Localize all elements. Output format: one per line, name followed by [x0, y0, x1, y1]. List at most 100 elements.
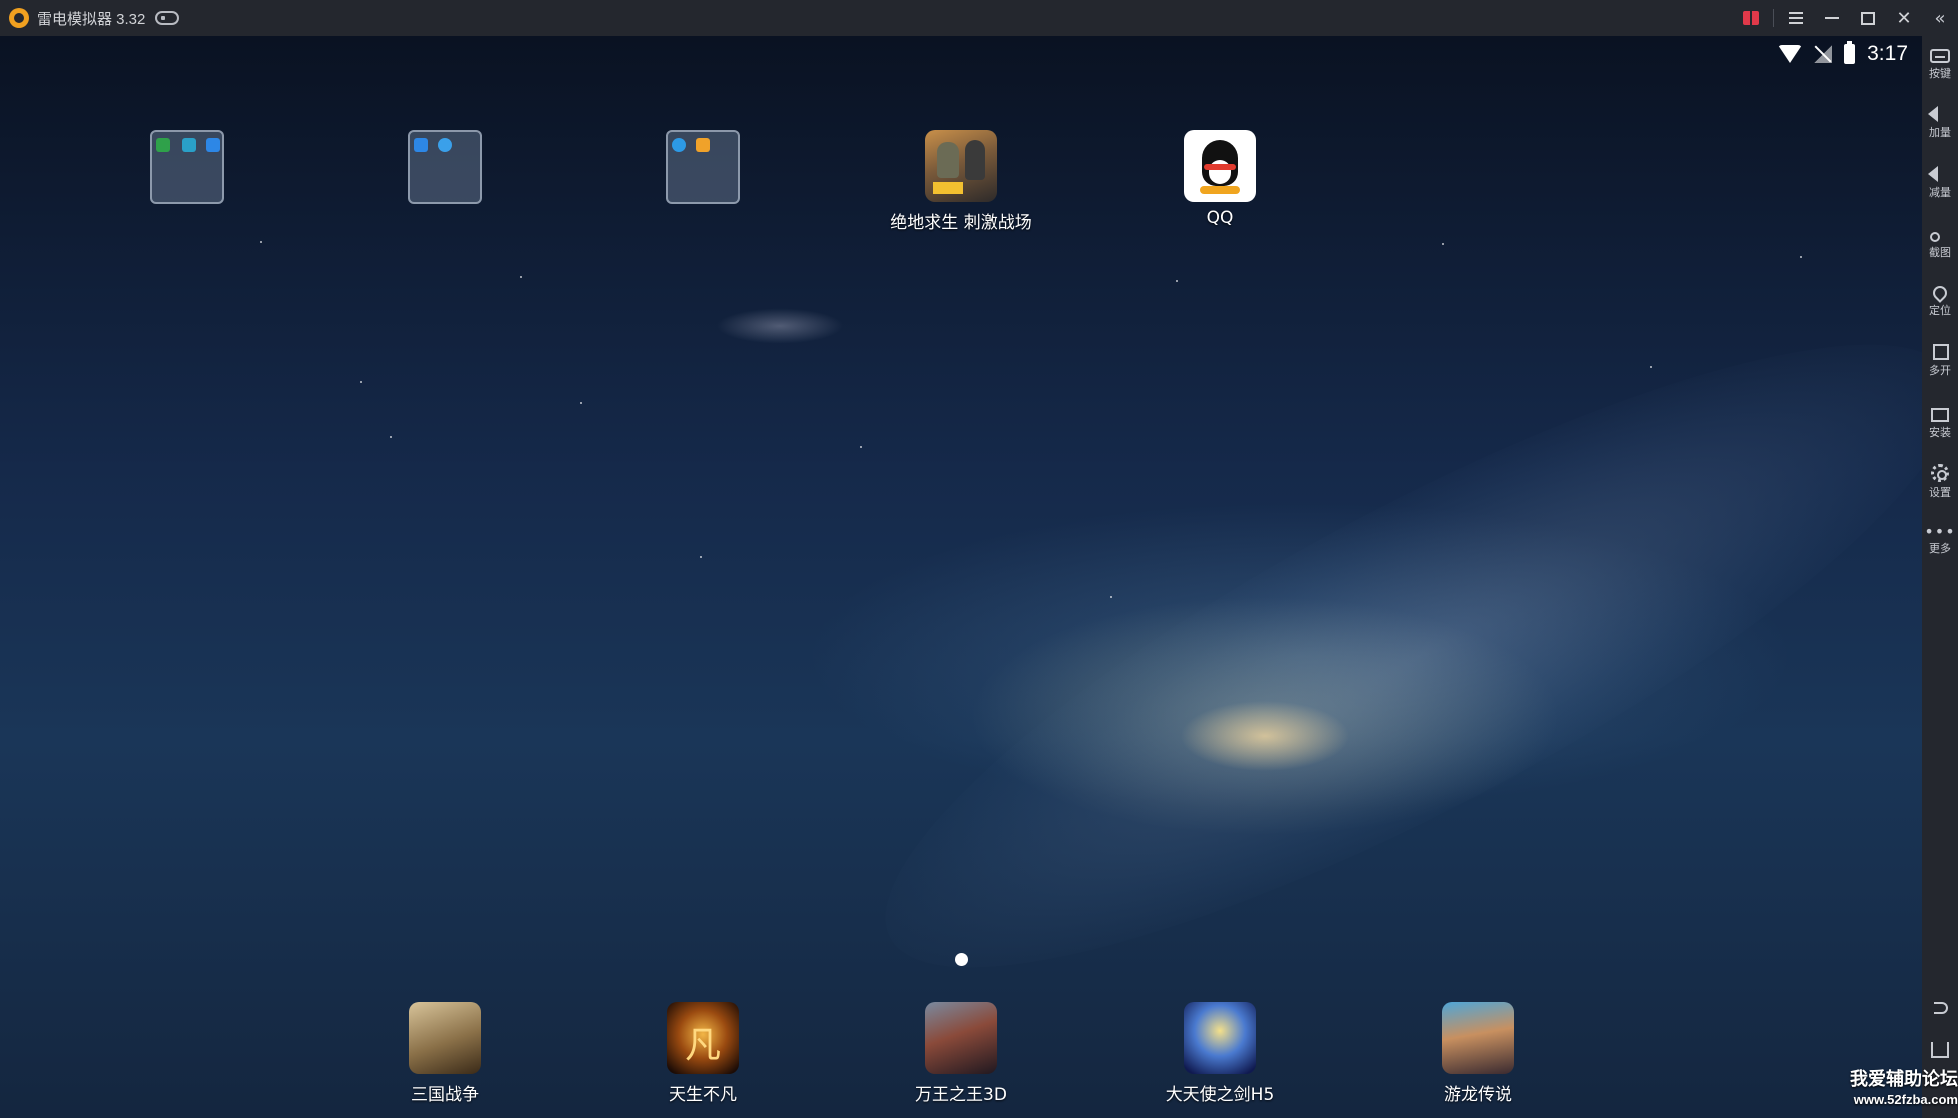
sidebar-label: 定位 [1929, 304, 1951, 317]
emulator-sidebar: 按键 加量 减量 截图 定位 多开 安装 设置 ••• 更多 [1922, 36, 1958, 1118]
app-label: 大天使之剑H5 [1165, 1085, 1275, 1105]
wallpaper-star [360, 381, 362, 383]
android-screen[interactable]: 3:17 绝地求生 刺激战场 QQ 三国战争 凡 天生不凡 万王之王3D 大天使… [0, 36, 1922, 1118]
app-sanguo-zhanzheng[interactable]: 三国战争 [355, 1002, 535, 1105]
app-label: 万王之王3D [915, 1085, 1007, 1105]
menu-button[interactable] [1778, 0, 1814, 36]
android-back-button[interactable] [1922, 998, 1958, 1014]
watermark-line-1: 我爱辅助论坛 [1850, 1069, 1958, 1090]
wallpaper-star [1110, 596, 1112, 598]
gear-icon [1931, 464, 1949, 482]
app-pubg-mobile[interactable]: 绝地求生 刺激战场 [871, 130, 1051, 233]
volume-up-icon [1928, 106, 1938, 122]
more-icon: ••• [1924, 522, 1956, 541]
sidebar-label: 安装 [1929, 426, 1951, 439]
home-icon [1931, 1042, 1949, 1058]
wifi-icon [1778, 45, 1803, 63]
wallpaper-star [580, 402, 582, 404]
sidebar-label: 更多 [1929, 542, 1951, 555]
sidebar-item-multi-instance[interactable]: 多开 [1922, 344, 1958, 378]
sidebar-item-more[interactable]: ••• 更多 [1922, 522, 1958, 556]
window-title: 雷电模拟器 3.32 [37, 10, 146, 28]
status-clock: 3:17 [1867, 42, 1908, 65]
sidebar-label: 减量 [1929, 186, 1951, 199]
site-watermark: 我爱辅助论坛 www.52fzba.com [1836, 1070, 1958, 1110]
app-label: 游龙传说 [1444, 1085, 1512, 1105]
sanguo-game-icon [409, 1002, 481, 1074]
sidebar-item-settings[interactable]: 设置 [1922, 464, 1958, 500]
app-logo-icon [9, 8, 29, 28]
wallpaper-star [520, 276, 522, 278]
collapse-icon: « [1934, 7, 1946, 29]
sidebar-item-screenshot[interactable]: 截图 [1922, 224, 1958, 260]
sidebar-label: 设置 [1929, 486, 1951, 499]
wallpaper-star [700, 556, 702, 558]
sidebar-item-location[interactable]: 定位 [1922, 283, 1958, 318]
wallpaper-star [1442, 243, 1444, 245]
sidebar-label: 多开 [1929, 364, 1951, 377]
multi-instance-icon [1933, 344, 1949, 360]
scissors-icon [1930, 232, 1940, 242]
sidebar-label: 截图 [1929, 246, 1951, 259]
app-wanwang-zhiwang[interactable]: 万王之王3D [871, 1002, 1051, 1105]
page-indicator-dot [955, 953, 968, 966]
volume-down-icon [1928, 166, 1938, 182]
settings-icon [156, 138, 170, 152]
app-label: 三国战争 [411, 1085, 479, 1105]
gamepad-icon[interactable] [155, 11, 180, 25]
close-icon: ✕ [1896, 7, 1912, 29]
sidebar-item-keys[interactable]: 按键 [1922, 46, 1958, 81]
title-separator [1773, 9, 1774, 27]
app-qq[interactable]: QQ [1130, 130, 1310, 228]
wallpaper-star [1650, 366, 1652, 368]
gift-button[interactable] [1733, 0, 1769, 36]
app-youlong-chuanshuo[interactable]: 游龙传说 [1388, 1002, 1568, 1105]
apk-install-icon [1931, 408, 1949, 422]
wallpaper-star [1800, 256, 1802, 258]
wanwang-game-icon [925, 1002, 997, 1074]
watermark-line-2: www.52fzba.com [1853, 1092, 1958, 1107]
folder-downloads[interactable] [613, 130, 793, 204]
no-signal-icon [1814, 45, 1833, 63]
title-bar: 雷电模拟器 3.32 ✕ « [0, 0, 1958, 36]
app-tiansheng-bufan[interactable]: 凡 天生不凡 [613, 1002, 793, 1105]
sidebar-item-volume-down[interactable]: 减量 [1922, 166, 1958, 200]
app-label: 天生不凡 [669, 1085, 737, 1105]
folder-contacts[interactable] [355, 130, 535, 204]
menu-icon [1789, 9, 1803, 27]
maximize-button[interactable] [1850, 0, 1886, 36]
file-folder-icon [206, 138, 220, 152]
sidebar-item-volume-up[interactable]: 加量 [1922, 106, 1958, 140]
download-icon [672, 138, 686, 152]
pubg-app-icon [925, 130, 997, 202]
contacts-icon [414, 138, 428, 152]
wallpaper-star [390, 436, 392, 438]
gift-icon [1743, 11, 1759, 25]
folder-system[interactable] [97, 130, 277, 204]
browser-icon [438, 138, 452, 152]
android-home-button[interactable] [1922, 1036, 1958, 1058]
fan-glyph: 凡 [684, 1025, 721, 1066]
folder-preview [408, 130, 482, 204]
tiansheng-game-icon: 凡 [667, 1002, 739, 1074]
location-pin-icon [1930, 283, 1950, 303]
wallpaper-star [860, 446, 862, 448]
sidebar-label: 加量 [1929, 126, 1951, 139]
refresh-icon [182, 138, 196, 152]
qq-penguin-icon [1184, 130, 1256, 202]
wallpaper-star [1176, 280, 1178, 282]
folder-preview [150, 130, 224, 204]
sidebar-item-install[interactable]: 安装 [1922, 404, 1958, 440]
app-datianshi[interactable]: 大天使之剑H5 [1130, 1002, 1310, 1105]
back-icon [1934, 1002, 1948, 1014]
datianshi-game-icon [1184, 1002, 1256, 1074]
youlong-game-icon [1442, 1002, 1514, 1074]
close-button[interactable]: ✕ [1886, 0, 1922, 36]
minimize-button[interactable] [1814, 0, 1850, 36]
maximize-icon [1861, 11, 1875, 25]
gallery-icon [696, 138, 710, 152]
battery-charging-icon [1844, 41, 1856, 64]
wallpaper-star [260, 241, 262, 243]
status-bar: 3:17 [1778, 41, 1908, 66]
sidebar-collapse-button[interactable]: « [1922, 0, 1958, 36]
